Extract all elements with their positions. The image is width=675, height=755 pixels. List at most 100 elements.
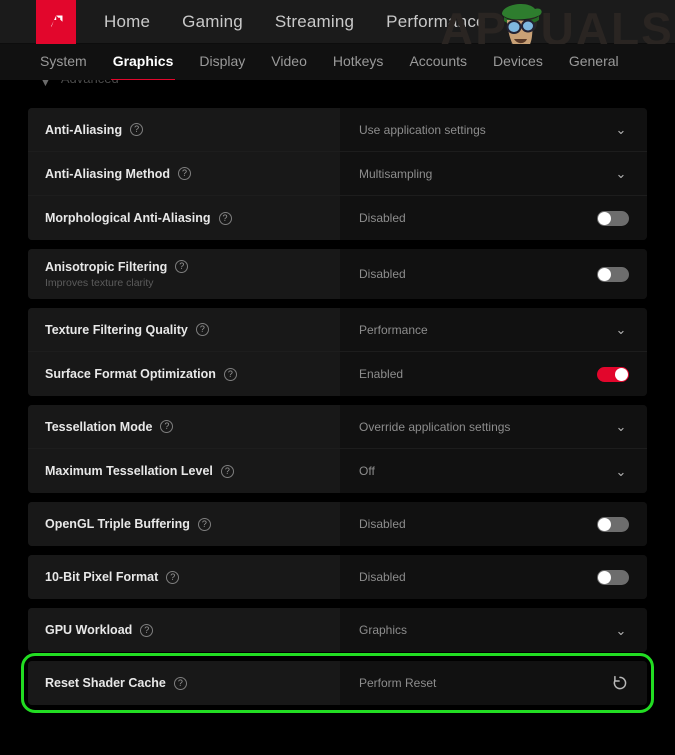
tab-display[interactable]: Display	[199, 53, 245, 71]
nav-item-streaming[interactable]: Streaming	[275, 12, 354, 32]
settings-row-label-line: Anisotropic Filtering?	[45, 260, 330, 274]
settings-group: Anti-Aliasing? Use application settings ⌄ A…	[28, 108, 647, 240]
tab-system[interactable]: System	[40, 53, 87, 71]
toggle-switch[interactable]	[597, 266, 629, 282]
chevron-down-icon: ▼	[40, 80, 51, 89]
settings-row-label: Anisotropic Filtering	[45, 259, 168, 274]
help-icon[interactable]: ?	[178, 167, 191, 180]
toggle-switch[interactable]	[597, 569, 629, 585]
tab-accounts[interactable]: Accounts	[409, 53, 467, 71]
toggle-switch[interactable]	[597, 210, 629, 226]
settings-row-label-cell: Tessellation Mode?	[28, 405, 340, 448]
help-icon[interactable]: ?	[195, 323, 209, 336]
chevron-down-icon[interactable]: ⌄	[613, 420, 629, 433]
settings-row-value: Multisampling	[359, 166, 433, 181]
settings-row-value-cell: Graphics ⌄	[340, 608, 647, 652]
nav-item-gaming[interactable]: Gaming	[182, 12, 243, 32]
help-icon[interactable]: ?	[160, 420, 174, 433]
nav-item-home[interactable]: Home	[104, 12, 150, 32]
settings-row-value-cell: Multisampling ⌄	[340, 152, 647, 195]
settings-row-label-line: OpenGL Triple Buffering?	[45, 517, 330, 531]
chevron-down-icon[interactable]: ⌄	[613, 123, 629, 136]
tab-devices[interactable]: Devices	[493, 53, 543, 71]
chevron-down-icon[interactable]: ⌄	[613, 323, 629, 336]
settings-row-label-line: GPU Workload?	[45, 623, 330, 637]
settings-row-value: Disabled	[359, 570, 406, 584]
settings-row-label-line: Morphological Anti-Aliasing?	[45, 211, 330, 225]
settings-row-label-line: Anti-Aliasing?	[45, 123, 330, 137]
settings-row[interactable]: Anti-Aliasing? Use application settings ⌄	[28, 108, 647, 152]
help-icon[interactable]: ?	[166, 570, 180, 584]
settings-row-value-cell: Override application settings ⌄	[340, 405, 647, 448]
settings-row-label: Tessellation Mode	[45, 419, 153, 434]
settings-row[interactable]: Morphological Anti-Aliasing? Disabled	[28, 196, 647, 240]
settings-row-label-cell: Reset Shader Cache?	[28, 661, 340, 705]
settings-row-label-line: Anti-Aliasing Method?	[45, 167, 330, 181]
help-icon[interactable]: ?	[173, 676, 187, 690]
settings-group: Texture Filtering Quality? Performance ⌄ Su…	[28, 308, 647, 396]
settings-content: ▼ Advanced Anti-Aliasing? Use application…	[0, 80, 675, 755]
settings-row-label-cell: OpenGL Triple Buffering?	[28, 502, 340, 546]
settings-groups: Anti-Aliasing? Use application settings ⌄ A…	[0, 108, 675, 705]
help-icon[interactable]: ?	[140, 623, 154, 637]
chevron-down-icon[interactable]: ⌄	[613, 167, 629, 180]
settings-row[interactable]: OpenGL Triple Buffering? Disabled	[28, 502, 647, 546]
settings-row-label-cell: Anti-Aliasing?	[28, 108, 340, 151]
tab-graphics[interactable]: Graphics	[110, 53, 176, 82]
settings-row-value-cell: Use application settings ⌄	[340, 108, 647, 151]
settings-row-value: Use application settings	[359, 122, 486, 137]
tab-video[interactable]: Video	[271, 53, 307, 71]
settings-row-value-cell: Perform Reset	[340, 661, 647, 705]
tab-hotkeys[interactable]: Hotkeys	[333, 53, 384, 71]
settings-row-label-cell: Anisotropic Filtering? Improves texture c…	[28, 249, 340, 299]
advanced-section-header[interactable]: ▼ Advanced	[0, 80, 675, 94]
settings-row-value-cell: Disabled	[340, 196, 647, 240]
settings-row-label-line: 10-Bit Pixel Format?	[45, 570, 330, 584]
settings-row-label-cell: Texture Filtering Quality?	[28, 308, 340, 351]
settings-row[interactable]: Reset Shader Cache? Perform Reset	[28, 661, 647, 705]
toggle-knob	[598, 517, 611, 531]
toggle-switch[interactable]	[597, 366, 629, 382]
settings-row[interactable]: Anti-Aliasing Method? Multisampling ⌄	[28, 152, 647, 196]
settings-row-label: Morphological Anti-Aliasing	[45, 211, 211, 225]
help-icon[interactable]: ?	[175, 260, 189, 273]
settings-row[interactable]: GPU Workload? Graphics ⌄	[28, 608, 647, 652]
tab-general[interactable]: General	[569, 53, 619, 71]
nav-item-performance[interactable]: Performance	[386, 12, 486, 32]
settings-row[interactable]: Anisotropic Filtering? Improves texture c…	[28, 249, 647, 299]
settings-row[interactable]: Tessellation Mode? Override application s…	[28, 405, 647, 449]
help-icon[interactable]: ?	[223, 367, 237, 381]
help-icon[interactable]: ?	[197, 517, 211, 531]
toggle-knob	[598, 211, 611, 225]
amd-logo[interactable]	[36, 0, 76, 44]
settings-row-label-line: Tessellation Mode?	[45, 420, 330, 434]
settings-row-label: Anti-Aliasing	[45, 122, 123, 137]
settings-row-value-cell: Disabled	[340, 555, 647, 599]
app-header: Home Gaming Streaming Performance APPUAL…	[0, 0, 675, 60]
settings-row-label-cell: Maximum Tessellation Level?	[28, 449, 340, 493]
settings-row[interactable]: Surface Format Optimization? Enabled	[28, 352, 647, 396]
settings-row[interactable]: 10-Bit Pixel Format? Disabled	[28, 555, 647, 599]
settings-group: 10-Bit Pixel Format? Disabled	[28, 555, 647, 599]
reset-circular-arrow-icon[interactable]	[611, 674, 629, 692]
settings-row-label: Reset Shader Cache	[45, 676, 166, 690]
chevron-down-icon[interactable]: ⌄	[613, 465, 629, 478]
settings-row[interactable]: Maximum Tessellation Level? Off ⌄	[28, 449, 647, 493]
settings-row-label: Texture Filtering Quality	[45, 322, 188, 337]
settings-row-label: OpenGL Triple Buffering	[45, 517, 190, 531]
toggle-knob	[598, 267, 611, 281]
settings-row-value: Perform Reset	[359, 676, 437, 690]
settings-row-value-cell: Off ⌄	[340, 449, 647, 493]
settings-row-label-line: Reset Shader Cache?	[45, 676, 330, 690]
settings-row-label-cell: GPU Workload?	[28, 608, 340, 652]
chevron-down-icon[interactable]: ⌄	[613, 624, 629, 637]
settings-row-value: Off	[359, 464, 375, 478]
settings-row-value-cell: Performance ⌄	[340, 308, 647, 351]
settings-group: OpenGL Triple Buffering? Disabled	[28, 502, 647, 546]
help-icon[interactable]: ?	[218, 211, 232, 225]
settings-row[interactable]: Texture Filtering Quality? Performance ⌄	[28, 308, 647, 352]
help-icon[interactable]: ?	[220, 464, 234, 478]
help-icon[interactable]: ?	[130, 123, 144, 136]
toggle-knob	[598, 570, 611, 584]
toggle-switch[interactable]	[597, 516, 629, 532]
